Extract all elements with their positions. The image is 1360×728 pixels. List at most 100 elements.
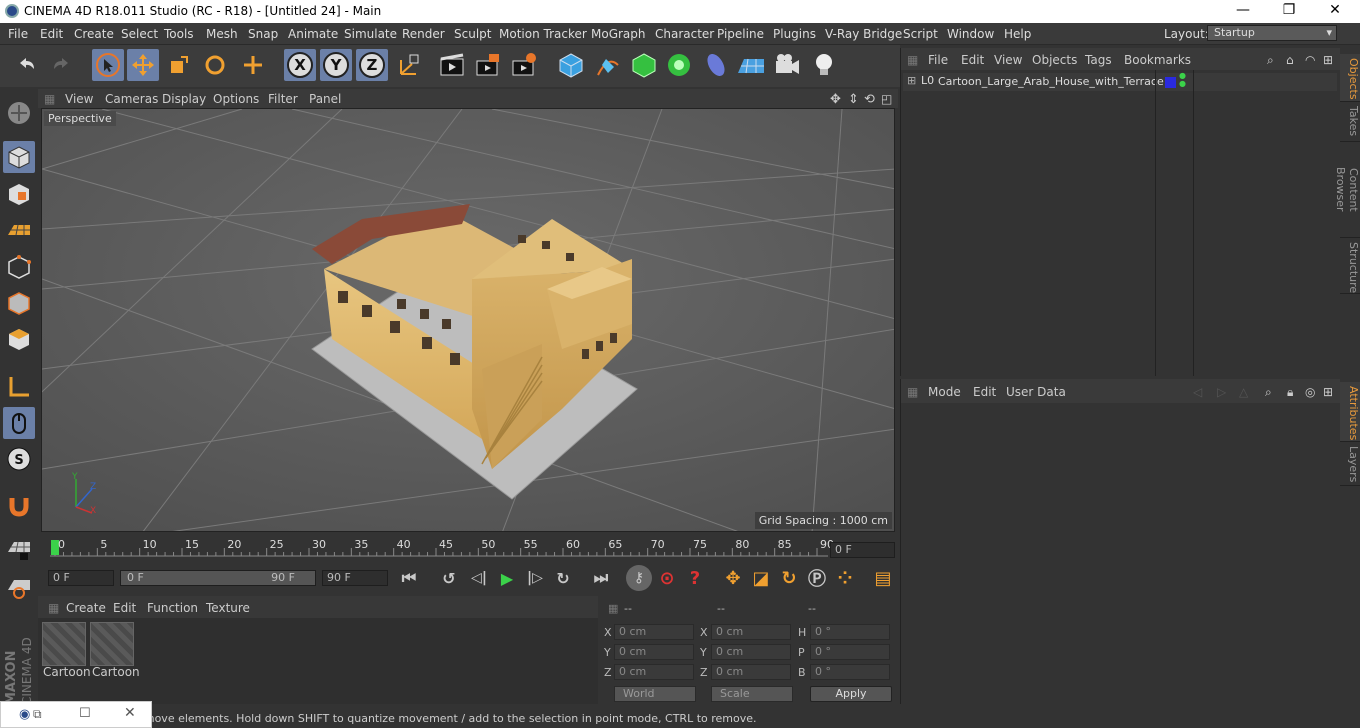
minimize-button[interactable]: —: [1228, 2, 1258, 20]
material-thumbnail[interactable]: [42, 622, 86, 666]
viewport-menu-panel[interactable]: Panel: [309, 92, 341, 106]
cloner-button[interactable]: [663, 49, 695, 81]
subdivision-surface-button[interactable]: [628, 49, 660, 81]
viewport-menu-cameras[interactable]: Cameras: [105, 92, 158, 106]
floor-button[interactable]: [735, 49, 767, 81]
drag-handle-icon[interactable]: ▦: [907, 385, 918, 399]
material-label[interactable]: Cartoon: [43, 665, 91, 679]
current-frame-field[interactable]: 0 F: [830, 542, 895, 558]
viewport-menu-options[interactable]: Options: [213, 92, 259, 106]
size-x-field[interactable]: 0 cm: [711, 624, 791, 640]
enable-axis-button[interactable]: [3, 371, 35, 403]
menu-file[interactable]: File: [8, 27, 28, 41]
material-thumbnail[interactable]: [90, 622, 134, 666]
menu-plugins[interactable]: Plugins: [773, 27, 816, 41]
menu-vray-bridge[interactable]: V-Ray Bridge: [825, 27, 902, 41]
viewport-menu-display[interactable]: Display: [162, 92, 206, 106]
up-arrow-icon[interactable]: △: [1239, 385, 1248, 399]
maximize-button[interactable]: ❐: [1274, 2, 1304, 20]
forward-arrow-icon[interactable]: ▷: [1217, 385, 1226, 399]
record-scale-toggle[interactable]: ◪: [748, 565, 774, 591]
layer-color-swatch[interactable]: [1165, 77, 1176, 88]
restore-icon[interactable]: ⧉: [33, 707, 42, 722]
position-y-field[interactable]: 0 cm: [614, 644, 694, 660]
timeline-window-button[interactable]: ▤: [870, 565, 896, 591]
drag-handle-icon[interactable]: ▦: [907, 53, 918, 67]
record-active-button[interactable]: ⚷: [626, 565, 652, 591]
record-parameter-toggle[interactable]: Ⓟ: [804, 565, 830, 591]
drag-handle-icon[interactable]: ▦: [48, 601, 59, 615]
object-name[interactable]: Cartoon_Large_Arab_House_with_Terrace: [938, 75, 1164, 88]
menu-motion-tracker[interactable]: Motion Tracker: [499, 27, 587, 41]
close-icon[interactable]: ✕: [124, 705, 136, 721]
lock-icon[interactable]: 🔒︎: [1287, 385, 1293, 400]
cube-primitive-button[interactable]: [555, 49, 587, 81]
recent-tool[interactable]: [237, 49, 269, 81]
menu-tools[interactable]: Tools: [164, 27, 194, 41]
target-icon[interactable]: ◎: [1305, 385, 1315, 399]
menu-select[interactable]: Select: [121, 27, 158, 41]
attribute-menu-edit[interactable]: Edit: [973, 385, 996, 399]
tweak-mode-button[interactable]: [3, 407, 35, 439]
menu-animate[interactable]: Animate: [288, 27, 338, 41]
visibility-dots-icon[interactable]: ● ●: [1179, 72, 1186, 88]
go-to-start-button[interactable]: ⏮: [396, 565, 422, 591]
timeline-ruler[interactable]: 0 5 10 15 20 25 30 35 40 45 50 55 60 65 70 75 80 85 90 0 F: [38, 534, 898, 564]
viewport-menu-view[interactable]: View: [65, 92, 93, 106]
snap-button[interactable]: S: [3, 443, 35, 475]
object-menu-objects[interactable]: Objects: [1032, 53, 1077, 67]
material-menu-texture[interactable]: Texture: [206, 601, 250, 615]
menu-render[interactable]: Render: [402, 27, 445, 41]
menu-mesh[interactable]: Mesh: [206, 27, 238, 41]
position-z-field[interactable]: 0 cm: [614, 664, 694, 680]
undo-button[interactable]: [10, 49, 42, 81]
maximize-view-icon[interactable]: ◰: [881, 92, 892, 106]
next-frame-button[interactable]: |▷: [522, 565, 548, 591]
render-to-picture-viewer-button[interactable]: [472, 49, 504, 81]
frame-range-slider[interactable]: 0 F 90 F: [120, 570, 316, 586]
tab-attributes[interactable]: Attributes: [1340, 382, 1360, 442]
scale-tool[interactable]: [163, 49, 195, 81]
material-menu-edit[interactable]: Edit: [113, 601, 136, 615]
size-z-field[interactable]: 0 cm: [711, 664, 791, 680]
attribute-menu-mode[interactable]: Mode: [928, 385, 961, 399]
menu-sculpt[interactable]: Sculpt: [454, 27, 491, 41]
taskbar-thumbnail[interactable]: ◉ ⧉ ☐ ✕: [0, 701, 152, 728]
go-to-end-button[interactable]: ⏭: [588, 565, 614, 591]
coordinate-system-toggle[interactable]: [393, 49, 425, 81]
polygons-mode-button[interactable]: [3, 323, 35, 355]
end-frame-field[interactable]: 90 F: [322, 570, 388, 586]
material-label[interactable]: Cartoon: [92, 665, 140, 679]
rotation-h-field[interactable]: 0 °: [810, 624, 890, 640]
object-menu-file[interactable]: File: [928, 53, 948, 67]
points-mode-button[interactable]: [3, 251, 35, 283]
z-axis-lock[interactable]: Z: [356, 49, 388, 81]
material-menu-create[interactable]: Create: [66, 601, 106, 615]
rotate-tool[interactable]: [199, 49, 231, 81]
search-icon[interactable]: ⌕: [1265, 385, 1272, 400]
next-key-button[interactable]: ↻: [550, 565, 576, 591]
auto-keying-button[interactable]: ⊙: [654, 565, 680, 591]
pan-view-icon[interactable]: ✥: [830, 92, 841, 107]
y-axis-lock[interactable]: Y: [320, 49, 352, 81]
apply-button[interactable]: Apply: [810, 686, 892, 702]
layout-dropdown[interactable]: Startup ▾: [1207, 25, 1337, 41]
close-button[interactable]: ✕: [1320, 2, 1350, 20]
light-button[interactable]: [808, 49, 840, 81]
deformer-button[interactable]: [700, 49, 732, 81]
size-y-field[interactable]: 0 cm: [711, 644, 791, 660]
lock-workplane-button[interactable]: [3, 533, 35, 565]
camera-button[interactable]: [771, 49, 803, 81]
start-frame-field[interactable]: 0 F: [48, 570, 114, 586]
new-window-icon[interactable]: ⊞: [1323, 385, 1333, 399]
record-pla-toggle[interactable]: ⁘: [832, 565, 858, 591]
texture-mode-button[interactable]: [3, 178, 35, 210]
render-view-button[interactable]: [436, 49, 468, 81]
planar-workplane-button[interactable]: [3, 571, 35, 603]
position-x-field[interactable]: 0 cm: [614, 624, 694, 640]
edges-mode-button[interactable]: [3, 287, 35, 319]
redo-button[interactable]: [46, 49, 78, 81]
menu-edit[interactable]: Edit: [40, 27, 63, 41]
menu-mograph[interactable]: MoGraph: [591, 27, 646, 41]
record-position-toggle[interactable]: ✥: [720, 565, 746, 591]
